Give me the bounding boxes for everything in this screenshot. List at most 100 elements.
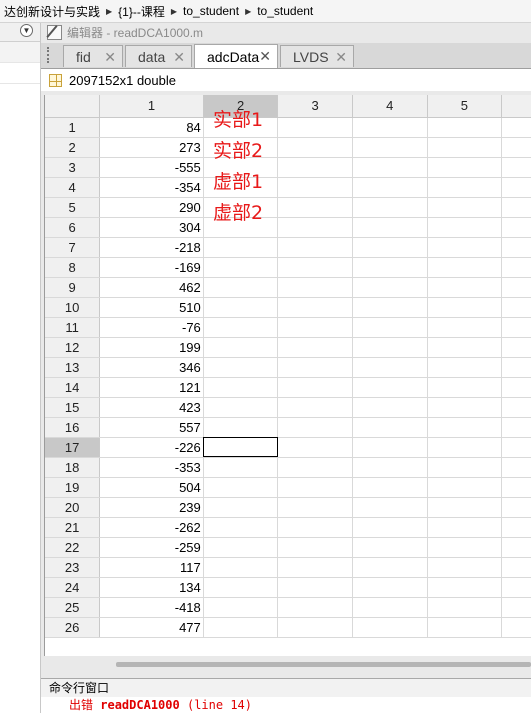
- empty-cell[interactable]: [427, 437, 503, 458]
- column-header[interactable]: 4: [352, 95, 428, 118]
- empty-cell[interactable]: [203, 417, 279, 438]
- empty-cell[interactable]: [427, 317, 503, 338]
- empty-cell[interactable]: [501, 537, 531, 558]
- row-header[interactable]: 20: [45, 497, 101, 518]
- cell-value[interactable]: 134: [99, 577, 204, 598]
- breadcrumb-item[interactable]: {1}--课程: [114, 3, 169, 20]
- cell-value[interactable]: -218: [99, 237, 204, 258]
- empty-cell[interactable]: [427, 497, 503, 518]
- cell-value[interactable]: -353: [99, 457, 204, 478]
- empty-cell[interactable]: [427, 377, 503, 398]
- empty-cell[interactable]: [203, 297, 279, 318]
- empty-cell[interactable]: [352, 617, 428, 638]
- file-list-row[interactable]: [0, 42, 40, 63]
- empty-cell[interactable]: [277, 317, 353, 338]
- empty-cell[interactable]: [352, 277, 428, 298]
- scrollbar-thumb[interactable]: [116, 662, 531, 667]
- empty-cell[interactable]: [277, 457, 353, 478]
- empty-cell[interactable]: [352, 517, 428, 538]
- empty-cell[interactable]: [501, 437, 531, 458]
- cell-value[interactable]: 239: [99, 497, 204, 518]
- row-header[interactable]: 4: [45, 177, 101, 198]
- empty-cell[interactable]: [277, 297, 353, 318]
- cell-value[interactable]: 199: [99, 337, 204, 358]
- empty-cell[interactable]: [427, 577, 503, 598]
- empty-cell[interactable]: [352, 217, 428, 238]
- empty-cell[interactable]: [501, 237, 531, 258]
- row-header[interactable]: 26: [45, 617, 101, 638]
- empty-cell[interactable]: [427, 457, 503, 478]
- empty-cell[interactable]: [501, 297, 531, 318]
- empty-cell[interactable]: [501, 557, 531, 578]
- cell-value[interactable]: 273: [99, 137, 204, 158]
- empty-cell[interactable]: [277, 217, 353, 238]
- panel-options-icon[interactable]: ▼: [20, 24, 33, 37]
- row-header[interactable]: 17: [45, 437, 101, 458]
- empty-cell[interactable]: [352, 357, 428, 378]
- empty-cell[interactable]: [203, 237, 279, 258]
- empty-cell[interactable]: [427, 117, 503, 138]
- empty-cell[interactable]: [427, 357, 503, 378]
- column-header[interactable]: 5: [427, 95, 503, 118]
- row-header[interactable]: 15: [45, 397, 101, 418]
- empty-cell[interactable]: [203, 577, 279, 598]
- empty-cell[interactable]: [203, 477, 279, 498]
- empty-cell[interactable]: [501, 497, 531, 518]
- empty-cell[interactable]: [427, 517, 503, 538]
- empty-cell[interactable]: [352, 317, 428, 338]
- empty-cell[interactable]: [427, 197, 503, 218]
- empty-cell[interactable]: [501, 137, 531, 158]
- cell-value[interactable]: -259: [99, 537, 204, 558]
- empty-cell[interactable]: [203, 337, 279, 358]
- cell-value[interactable]: -418: [99, 597, 204, 618]
- file-list-row[interactable]: [0, 63, 40, 84]
- row-header[interactable]: 22: [45, 537, 101, 558]
- empty-cell[interactable]: [427, 617, 503, 638]
- empty-cell[interactable]: [203, 597, 279, 618]
- empty-cell[interactable]: [501, 397, 531, 418]
- grid-corner[interactable]: [45, 95, 101, 118]
- empty-cell[interactable]: [352, 197, 428, 218]
- empty-cell[interactable]: [277, 557, 353, 578]
- cell-value[interactable]: 557: [99, 417, 204, 438]
- cell-value[interactable]: -555: [99, 157, 204, 178]
- empty-cell[interactable]: [501, 457, 531, 478]
- empty-cell[interactable]: [203, 497, 279, 518]
- empty-cell[interactable]: [501, 257, 531, 278]
- column-header[interactable]: 1: [99, 95, 204, 118]
- empty-cell[interactable]: [501, 157, 531, 178]
- empty-cell[interactable]: [277, 157, 353, 178]
- close-icon[interactable]: ✕: [335, 49, 347, 66]
- cell-value[interactable]: -76: [99, 317, 204, 338]
- empty-cell[interactable]: [277, 177, 353, 198]
- empty-cell[interactable]: [203, 357, 279, 378]
- empty-cell[interactable]: [352, 597, 428, 618]
- empty-cell[interactable]: [501, 337, 531, 358]
- tab-adcdata[interactable]: adcData ✕: [194, 44, 278, 68]
- empty-cell[interactable]: [277, 377, 353, 398]
- empty-cell[interactable]: [277, 137, 353, 158]
- empty-cell[interactable]: [501, 117, 531, 138]
- row-header[interactable]: 19: [45, 477, 101, 498]
- row-header[interactable]: 1: [45, 117, 101, 138]
- empty-cell[interactable]: [427, 477, 503, 498]
- error-location[interactable]: (line 14): [187, 698, 252, 712]
- empty-cell[interactable]: [501, 597, 531, 618]
- row-header[interactable]: 3: [45, 157, 101, 178]
- empty-cell[interactable]: [277, 357, 353, 378]
- empty-cell[interactable]: [427, 417, 503, 438]
- row-header[interactable]: 12: [45, 337, 101, 358]
- empty-cell[interactable]: [203, 397, 279, 418]
- tab-data[interactable]: data ✕: [125, 45, 192, 67]
- command-window[interactable]: 命令行窗口 出错 readDCA1000 (line 14): [41, 678, 531, 714]
- cell-value[interactable]: 117: [99, 557, 204, 578]
- row-header[interactable]: 24: [45, 577, 101, 598]
- empty-cell[interactable]: [352, 557, 428, 578]
- cell-value[interactable]: -226: [99, 437, 204, 458]
- empty-cell[interactable]: [277, 517, 353, 538]
- empty-cell[interactable]: [427, 397, 503, 418]
- empty-cell[interactable]: [277, 277, 353, 298]
- cell-value[interactable]: 510: [99, 297, 204, 318]
- empty-cell[interactable]: [427, 297, 503, 318]
- empty-cell[interactable]: [427, 157, 503, 178]
